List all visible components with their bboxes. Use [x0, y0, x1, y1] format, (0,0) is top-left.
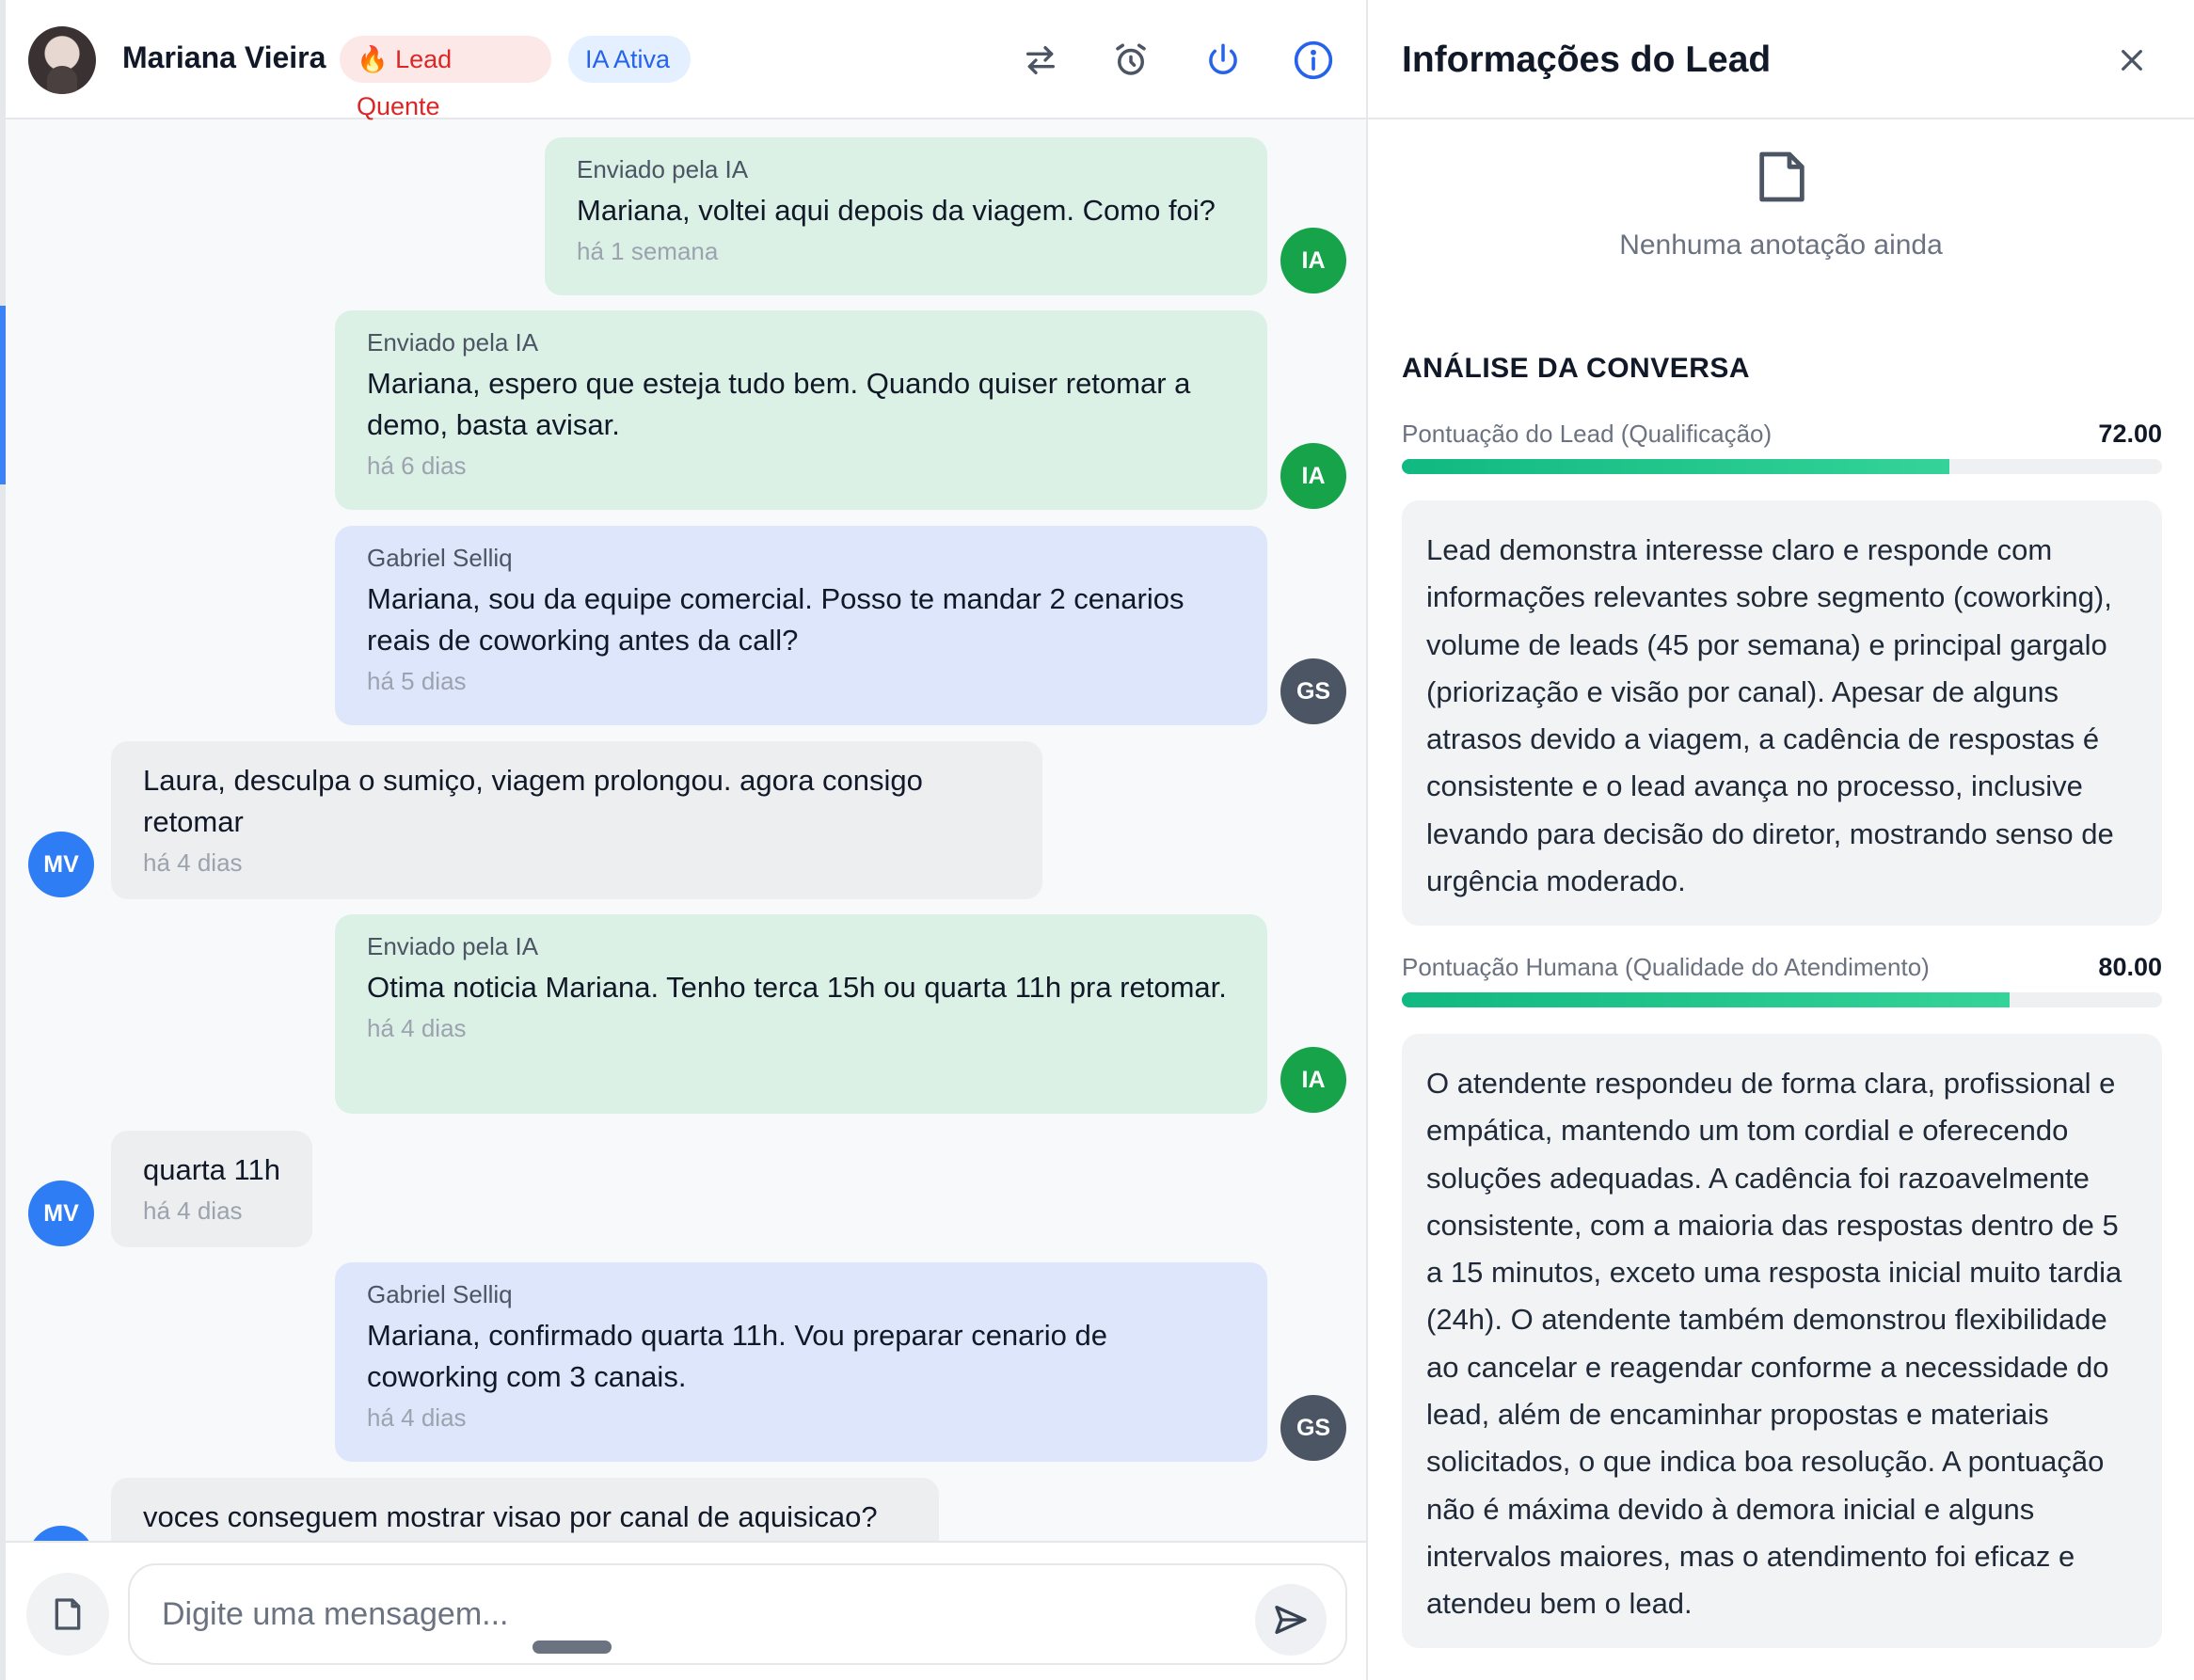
message-composer — [6, 1541, 1366, 1680]
agent-avatar: GS — [1280, 658, 1346, 724]
message-lead: quarta 11h há 4 dias — [111, 1131, 312, 1247]
lead-score-value: 72.00 — [2098, 420, 2162, 448]
message-agent: Gabriel Selliq Mariana, sou da equipe co… — [335, 526, 1267, 725]
message-text: voces conseguem mostrar visao por canal … — [143, 1500, 878, 1533]
message-time: há 5 dias — [367, 667, 467, 695]
message-text: Laura, desculpa o sumiço, viagem prolong… — [143, 764, 923, 838]
contact-avatar[interactable] — [28, 26, 96, 94]
message-lead: Laura, desculpa o sumiço, viagem prolong… — [111, 741, 1042, 899]
message-sender: Enviado pela IA — [577, 155, 749, 183]
ai-active-badge: IA Ativa — [568, 36, 691, 83]
lead-info-panel: Informações do Lead Nenhuma anotação ain… — [1366, 0, 2194, 1680]
info-header: Informações do Lead — [1368, 0, 2194, 119]
lead-info-button[interactable] — [1289, 36, 1338, 85]
power-icon — [1209, 43, 1237, 74]
lead-avatar — [28, 1526, 94, 1541]
note-icon — [1759, 151, 1804, 202]
human-score-label: Pontuação Humana (Qualidade do Atendimen… — [1402, 953, 1930, 981]
message-text: Mariana, confirmado quarta 11h. Vou prep… — [367, 1319, 1107, 1393]
ai-avatar: IA — [1280, 1047, 1346, 1113]
message-text: Mariana, espero que esteja tudo bem. Qua… — [367, 367, 1191, 441]
lead-score-label: Pontuação do Lead (Qualificação) — [1402, 420, 1773, 448]
transfer-button[interactable] — [1016, 36, 1065, 85]
analysis-section-title: ANÁLISE DA CONVERSA — [1402, 353, 1751, 384]
message-lead: voces conseguem mostrar visao por canal … — [111, 1478, 939, 1541]
agent-avatar: GS — [1280, 1395, 1346, 1461]
lead-score-bar — [1402, 459, 2162, 474]
message-sender: Gabriel Selliq — [367, 1280, 513, 1308]
message-text: Mariana, sou da equipe comercial. Posso … — [367, 582, 1184, 657]
transfer-icon — [1026, 46, 1055, 75]
message-sender: Gabriel Selliq — [367, 544, 513, 572]
close-icon — [2122, 50, 2142, 71]
send-button[interactable] — [1255, 1584, 1327, 1656]
message-time: há 4 dias — [367, 1014, 467, 1042]
lead-hot-badge: 🔥 Lead Quente — [340, 36, 551, 120]
human-score-bar — [1402, 992, 2162, 1007]
message-text: Otima noticia Mariana. Tenho terca 15h o… — [367, 971, 1227, 1004]
send-icon — [1275, 1606, 1307, 1634]
info-icon — [1294, 40, 1333, 80]
message-time: há 4 dias — [143, 848, 243, 877]
ai-avatar: IA — [1280, 443, 1346, 509]
message-text: quarta 11h — [143, 1153, 280, 1186]
message-time: há 6 dias — [367, 452, 467, 480]
ai-avatar: IA — [1280, 228, 1346, 293]
alarm-clock-icon — [1116, 43, 1146, 75]
message-time: há 4 dias — [367, 1403, 467, 1432]
reminder-button[interactable] — [1106, 36, 1155, 85]
human-score-analysis: O atendente respondeu de forma clara, pr… — [1402, 1034, 2162, 1648]
contact-name: Mariana Vieira — [122, 40, 326, 74]
attach-button[interactable] — [26, 1573, 109, 1656]
active-conversation-indicator — [0, 306, 6, 484]
message-ai: Enviado pela IA Otima noticia Mariana. T… — [335, 914, 1267, 1114]
message-agent: Gabriel Selliq Mariana, confirmado quart… — [335, 1262, 1267, 1462]
resize-handle[interactable] — [533, 1640, 612, 1654]
message-ai: Enviado pela IA Mariana, espero que este… — [335, 310, 1267, 510]
close-panel-button[interactable] — [2111, 40, 2153, 81]
message-time: há 1 semana — [577, 237, 719, 265]
toggle-ai-button[interactable] — [1199, 36, 1248, 85]
message-text: Mariana, voltei aqui depois da viagem. C… — [577, 194, 1216, 227]
lead-avatar: MV — [28, 1181, 94, 1246]
lead-score-analysis: Lead demonstra interesse claro e respond… — [1402, 500, 2162, 926]
human-score-bar-fill — [1402, 992, 2011, 1007]
human-score-value: 80.00 — [2098, 953, 2162, 981]
notes-empty-state: Nenhuma anotação ainda — [1619, 230, 1943, 261]
attach-file-icon — [55, 1598, 81, 1630]
lead-avatar: MV — [28, 832, 94, 897]
info-panel-title: Informações do Lead — [1402, 40, 1772, 80]
message-sender: Enviado pela IA — [367, 328, 539, 357]
chat-panel: Mariana Vieira 🔥 Lead Quente IA Ativa En… — [0, 0, 1366, 1680]
lead-avatar-clipped — [28, 1526, 94, 1541]
message-sender: Enviado pela IA — [367, 932, 539, 960]
lead-score-bar-fill — [1402, 459, 1949, 474]
message-input[interactable] — [128, 1563, 1347, 1665]
message-time: há 4 dias — [143, 1197, 243, 1225]
message-ai: Enviado pela IA Mariana, voltei aqui dep… — [545, 137, 1267, 295]
chat-header: Mariana Vieira 🔥 Lead Quente IA Ativa — [6, 0, 1366, 120]
